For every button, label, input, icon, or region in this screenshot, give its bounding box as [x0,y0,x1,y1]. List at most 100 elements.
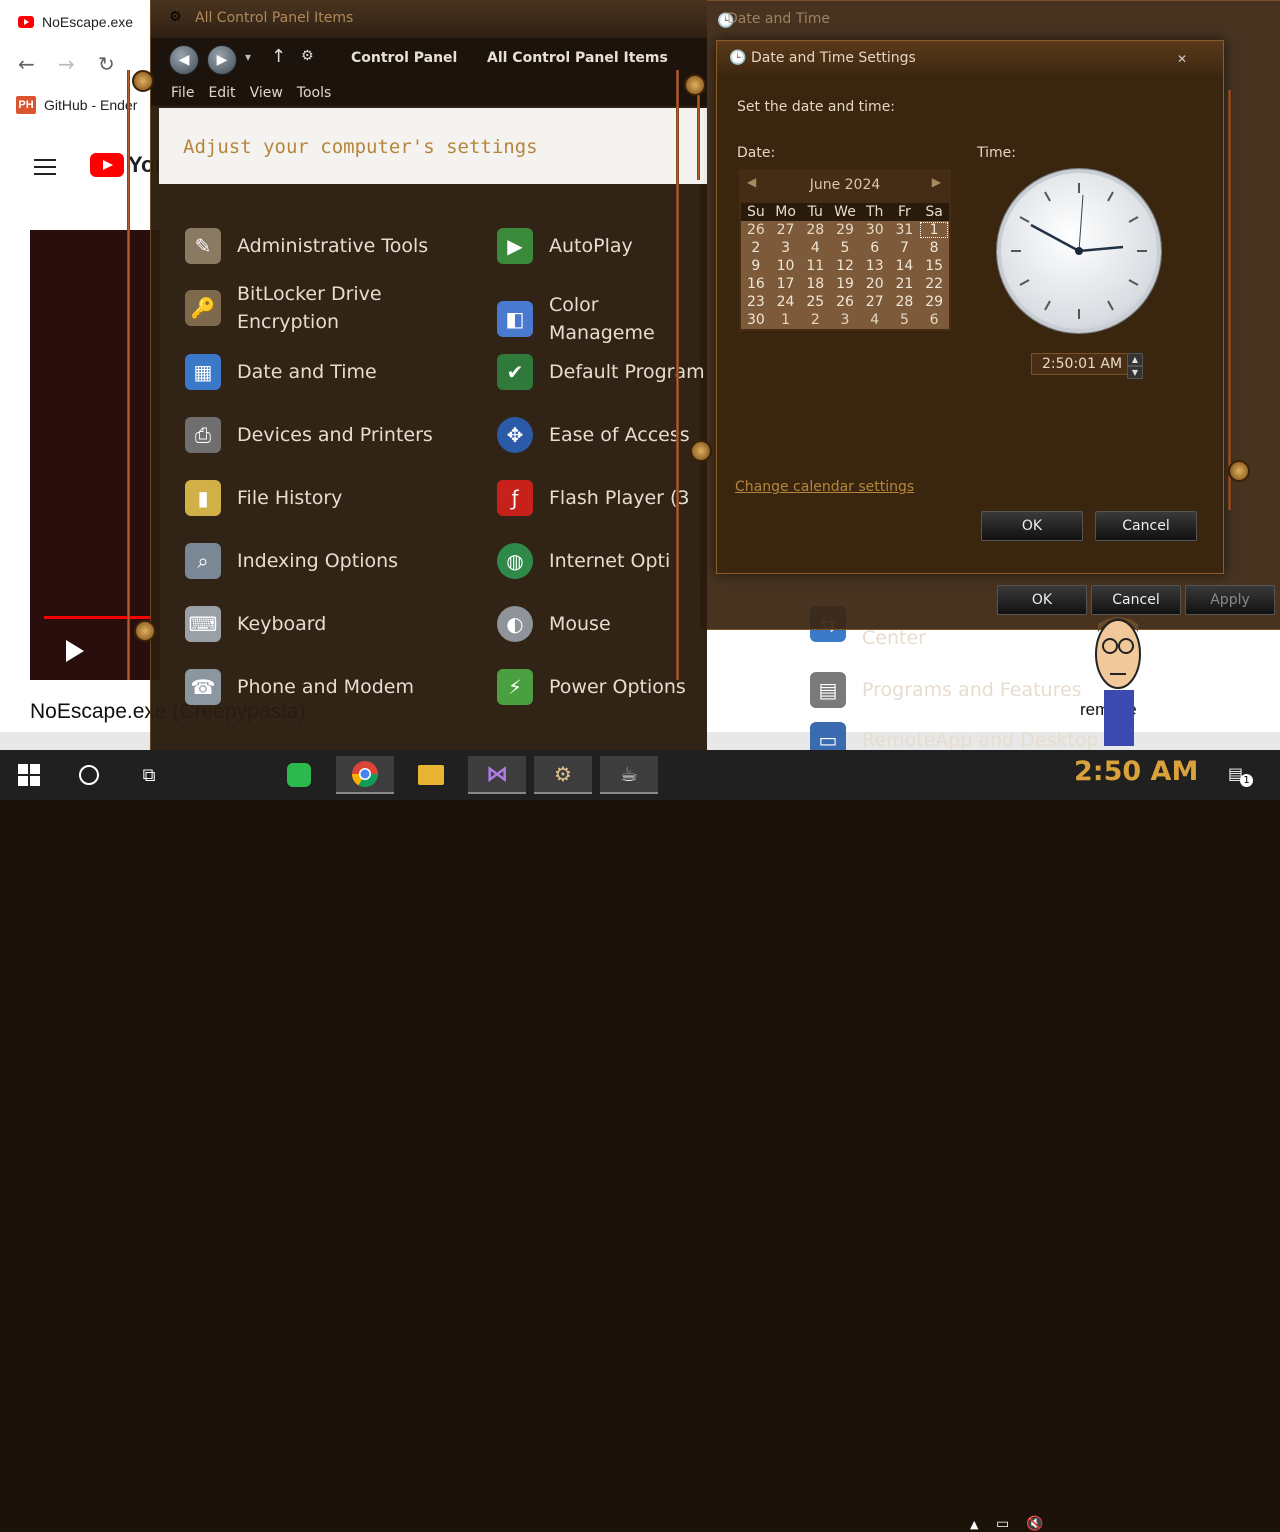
calendar-day[interactable]: 18 [800,275,830,293]
taskbar-app-greenlight[interactable] [270,756,328,794]
calendar-day[interactable]: 26 [830,293,860,311]
calendar-day[interactable]: 30 [860,221,890,239]
time-spinner[interactable]: ▲ ▼ [1127,353,1143,379]
calendar-day[interactable]: 23 [741,293,771,311]
hamburger-menu-icon[interactable] [34,154,56,180]
notification-center[interactable]: ▤ 1 [1228,764,1254,787]
cp-item-default-programs[interactable]: ✔ Default Program [497,354,705,390]
back-ok-button[interactable]: OK [997,585,1087,615]
calendar-day[interactable]: 26 [741,221,771,239]
taskbar-app-chrome[interactable] [336,756,394,794]
calendar-day[interactable]: 15 [919,257,949,275]
cp-item-administrative-tools[interactable]: ✎ Administrative Tools [185,228,428,264]
reload-icon[interactable]: ↻ [98,52,115,76]
cp-item-programs[interactable]: ▤ Programs and Features [810,672,1082,708]
cancel-button[interactable]: Cancel [1095,511,1197,541]
change-calendar-settings-link[interactable]: Change calendar settings [735,479,914,495]
menu-tools[interactable]: Tools [297,80,332,106]
calendar-day[interactable]: 22 [919,275,949,293]
video-player[interactable] [30,230,160,680]
cp-item-mouse[interactable]: ◐ Mouse [497,606,611,642]
calendar-day[interactable]: 29 [830,221,860,239]
cp-item-internet-options[interactable]: ◍ Internet Opti [497,543,670,579]
cp-item-date-time[interactable]: ▦ Date and Time [185,354,377,390]
dts-close-icon[interactable]: ✕ [1177,52,1187,66]
taskbar-app-control-panel[interactable]: ⚙ [534,756,592,794]
back-apply-button[interactable]: Apply [1185,585,1275,615]
calendar-day[interactable]: 4 [800,239,830,257]
menu-view[interactable]: View [250,80,283,106]
calendar-day[interactable]: 31 [890,221,920,239]
menu-file[interactable]: File [171,80,194,106]
menu-edit[interactable]: Edit [208,80,235,106]
back-arrow-icon[interactable]: ← [18,52,35,76]
calendar-day[interactable]: 27 [771,221,801,239]
cp-item-bitlocker[interactable]: 🔑 BitLocker Drive Encryption [185,280,415,336]
spin-down-icon[interactable]: ▼ [1127,366,1143,379]
cp-item-devices-printers[interactable]: ⎙ Devices and Printers [185,417,433,453]
calendar-day[interactable]: 13 [860,257,890,275]
calendar-day[interactable]: 20 [860,275,890,293]
calendar-day[interactable]: 14 [890,257,920,275]
calendar-day[interactable]: 3 [830,311,860,329]
ok-button[interactable]: OK [981,511,1083,541]
taskbar-app-java[interactable]: ☕ [600,756,658,794]
cp-item-power-options[interactable]: ⚡ Power Options [497,669,686,705]
calendar-day[interactable]: 2 [741,239,771,257]
task-view-button[interactable]: ⧉ [120,756,178,794]
cp-up-arrow-icon[interactable]: ↑ [271,46,286,67]
cp-item-autoplay[interactable]: ▶ AutoPlay [497,228,633,264]
calendar-day[interactable]: 6 [919,311,949,329]
calendar-day[interactable]: 5 [830,239,860,257]
calendar-day[interactable]: 19 [830,275,860,293]
cp-item-keyboard[interactable]: ⌨ Keyboard [185,606,326,642]
calendar-day[interactable]: 5 [890,311,920,329]
search-button[interactable] [60,756,118,794]
calendar-day[interactable]: 1 [919,221,949,239]
calendar-day[interactable]: 28 [890,293,920,311]
bookmark-github[interactable]: PH GitHub - Ender [16,96,137,114]
cp-item-indexing[interactable]: ⌕ Indexing Options [185,543,398,579]
calendar-day[interactable]: 16 [741,275,771,293]
breadcrumb-all-items[interactable]: All Control Panel Items [487,50,668,66]
cp-history-chevron-icon[interactable]: ▾ [245,50,251,64]
calendar-day[interactable]: 8 [919,239,949,257]
tray-chevron-icon[interactable]: ▲ [970,1518,978,1531]
calendar-day[interactable]: 2 [800,311,830,329]
browser-tab[interactable]: NoEscape.exe [18,10,133,34]
cp-item-ease-of-access[interactable]: ✥ Ease of Access [497,417,690,453]
taskbar-app-explorer[interactable] [402,756,460,794]
calendar-day[interactable]: 1 [771,311,801,329]
breadcrumb-control-panel[interactable]: Control Panel [351,50,457,66]
calendar-day[interactable]: 29 [919,293,949,311]
taskbar-app-visualstudio[interactable]: ⋈ [468,756,526,794]
network-tray-icon[interactable]: ▭ [996,1516,1009,1532]
cp-back-icon[interactable]: ◀ [169,45,199,75]
calendar-day[interactable]: 10 [771,257,801,275]
calendar-day[interactable]: 6 [860,239,890,257]
calendar-day[interactable]: 9 [741,257,771,275]
volume-muted-icon[interactable]: 🔇 [1026,1516,1043,1532]
calendar-day[interactable]: 12 [830,257,860,275]
cp-item-flash-player[interactable]: ƒ Flash Player (3 [497,480,690,516]
calendar-day[interactable]: 25 [800,293,830,311]
calendar-next-icon[interactable]: ▶ [932,175,941,189]
video-progress-bar[interactable] [44,616,154,619]
calendar-day[interactable]: 17 [771,275,801,293]
calendar-day[interactable]: 30 [741,311,771,329]
calendar-day[interactable]: 28 [800,221,830,239]
play-icon[interactable] [66,640,84,662]
start-button[interactable] [0,756,58,794]
taskbar-clock[interactable]: 2:50 AM [1074,756,1198,787]
calendar-day[interactable]: 27 [860,293,890,311]
calendar-day[interactable]: 4 [860,311,890,329]
calendar-day[interactable]: 3 [771,239,801,257]
forward-arrow-icon[interactable]: → [58,52,75,76]
spin-up-icon[interactable]: ▲ [1127,353,1143,366]
calendar-month[interactable]: June 2024 [739,177,951,193]
cp-forward-icon[interactable]: ▶ [207,45,237,75]
calendar-day[interactable]: 21 [890,275,920,293]
calendar-day[interactable]: 11 [800,257,830,275]
cp-item-file-history[interactable]: ▮ File History [185,480,342,516]
calendar-day[interactable]: 24 [771,293,801,311]
